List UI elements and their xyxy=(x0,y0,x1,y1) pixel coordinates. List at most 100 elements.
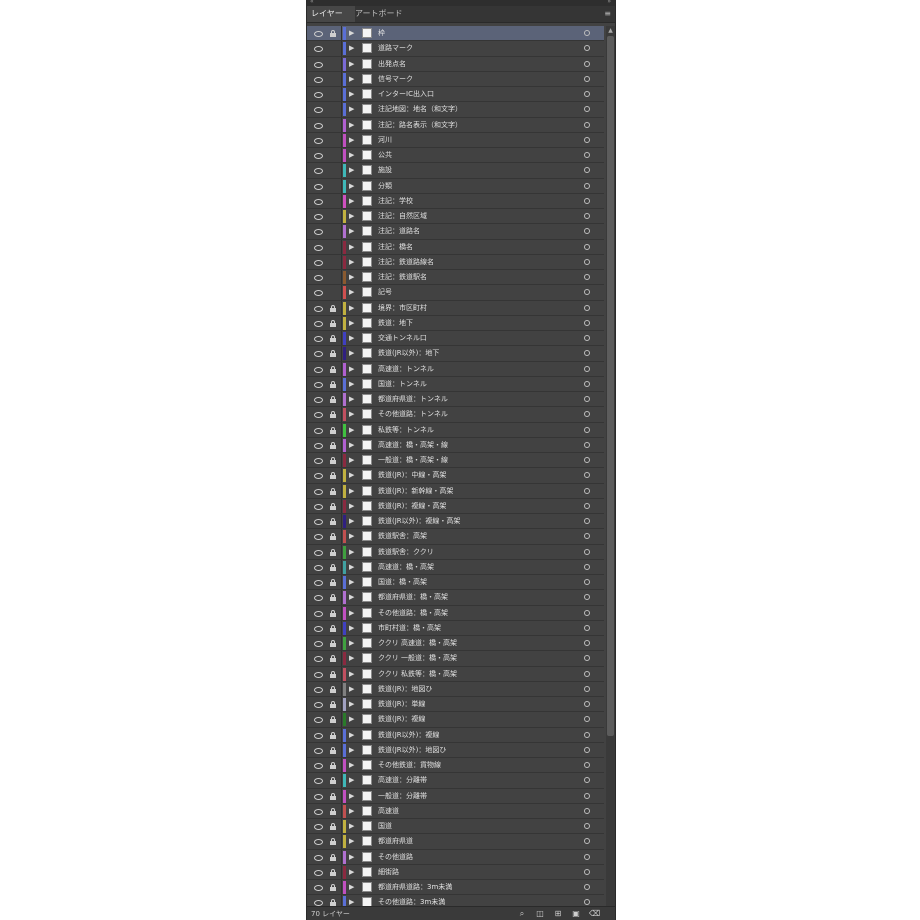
layer-row[interactable]: ▶ 都道府県道：トンネル xyxy=(307,392,604,408)
layer-row[interactable]: ▶ 鉄道(JR)：新幹線・高架 xyxy=(307,483,604,499)
visibility-eye-icon[interactable] xyxy=(313,746,323,755)
layer-name[interactable]: その他道路：トンネル xyxy=(378,407,578,422)
lock-icon[interactable] xyxy=(329,868,337,877)
layer-name[interactable]: 高速道：橋・高架・線 xyxy=(378,438,578,453)
expand-arrow-icon[interactable]: ▶ xyxy=(349,791,354,802)
expand-arrow-icon[interactable]: ▶ xyxy=(349,120,354,131)
visibility-eye-icon[interactable] xyxy=(313,60,323,69)
expand-arrow-icon[interactable]: ▶ xyxy=(349,135,354,146)
expand-arrow-icon[interactable]: ▶ xyxy=(349,806,354,817)
layer-row[interactable]: ▶ 分類 xyxy=(307,178,604,194)
layer-name[interactable]: 河川 xyxy=(378,133,578,148)
target-circle-icon[interactable] xyxy=(584,396,590,402)
create-new-layer-icon[interactable]: ▣ xyxy=(571,909,581,919)
lock-icon[interactable] xyxy=(329,334,337,343)
layer-name[interactable]: 注記地図：地名（和文字） xyxy=(378,102,578,117)
expand-arrow-icon[interactable]: ▶ xyxy=(349,181,354,192)
target-circle-icon[interactable] xyxy=(584,167,590,174)
expand-arrow-icon[interactable]: ▶ xyxy=(349,242,354,253)
layer-row[interactable]: ▶ ククリ 私鉄等：橋・高架 xyxy=(307,666,604,682)
target-circle-icon[interactable] xyxy=(584,441,590,448)
target-circle-icon[interactable] xyxy=(584,60,590,67)
expand-arrow-icon[interactable]: ▶ xyxy=(349,608,354,619)
lock-icon[interactable] xyxy=(329,471,337,480)
expand-arrow-icon[interactable]: ▶ xyxy=(349,669,354,680)
expand-arrow-icon[interactable]: ▶ xyxy=(349,760,354,771)
layer-name[interactable]: 注記：路名表示（和文字） xyxy=(378,118,578,133)
lock-icon[interactable] xyxy=(329,548,337,557)
target-circle-icon[interactable] xyxy=(584,640,590,646)
layer-name[interactable]: 鉄道(JR)：単線 xyxy=(378,697,578,712)
layer-name[interactable]: 注記：学校 xyxy=(378,194,578,209)
layer-name[interactable]: 高速道：橋・高架 xyxy=(378,560,578,575)
layer-row[interactable]: ▶ 注記：橋名 xyxy=(307,239,604,255)
expand-arrow-icon[interactable]: ▶ xyxy=(349,333,354,344)
visibility-eye-icon[interactable] xyxy=(313,273,323,282)
layer-row[interactable]: ▶ 鉄道駅舎：高架 xyxy=(307,529,604,545)
target-circle-icon[interactable] xyxy=(584,868,590,875)
layer-name[interactable]: 高速道：トンネル xyxy=(378,362,578,377)
layer-name[interactable]: 一般道：橋・高架・線 xyxy=(378,453,578,468)
visibility-eye-icon[interactable] xyxy=(313,166,323,175)
expand-arrow-icon[interactable]: ▶ xyxy=(349,226,354,237)
visibility-eye-icon[interactable] xyxy=(313,715,323,724)
visibility-eye-icon[interactable] xyxy=(313,517,323,526)
target-circle-icon[interactable] xyxy=(584,823,590,829)
visibility-eye-icon[interactable] xyxy=(313,121,323,130)
lock-icon[interactable] xyxy=(329,654,337,663)
target-circle-icon[interactable] xyxy=(584,594,590,601)
target-circle-icon[interactable] xyxy=(584,365,590,372)
target-circle-icon[interactable] xyxy=(584,899,590,906)
lock-icon[interactable] xyxy=(329,456,337,465)
layer-name[interactable]: 鉄道(JR以外)：地下 xyxy=(378,346,578,361)
layer-row[interactable]: ▶ 高速道：分離帯 xyxy=(307,773,604,789)
target-circle-icon[interactable] xyxy=(584,304,590,311)
layer-row[interactable]: ▶ 公共 xyxy=(307,148,604,164)
scroll-up-icon[interactable]: ▲ xyxy=(606,26,615,35)
expand-arrow-icon[interactable]: ▶ xyxy=(349,836,354,847)
lock-icon[interactable] xyxy=(329,502,337,511)
layer-name[interactable]: ククリ 高速道：橋・高架 xyxy=(378,636,578,651)
target-circle-icon[interactable] xyxy=(584,136,590,143)
expand-arrow-icon[interactable]: ▶ xyxy=(349,272,354,283)
layer-row[interactable]: ▶ 鉄道(JR)：地図ひ xyxy=(307,681,604,697)
lock-icon[interactable] xyxy=(329,670,337,679)
layer-name[interactable]: 交通トンネル口 xyxy=(378,331,578,346)
layer-name[interactable]: 境界：市区町村 xyxy=(378,301,578,316)
tab-layers[interactable]: レイヤー xyxy=(307,6,355,22)
target-circle-icon[interactable] xyxy=(584,182,590,189)
layer-name[interactable]: 道路マーク xyxy=(378,41,578,56)
expand-arrow-icon[interactable]: ▶ xyxy=(349,699,354,710)
layer-row[interactable]: ▶ インターIC出入口 xyxy=(307,87,604,103)
target-circle-icon[interactable] xyxy=(584,380,590,387)
lock-icon[interactable] xyxy=(329,761,337,770)
visibility-eye-icon[interactable] xyxy=(313,288,323,297)
layer-row[interactable]: ▶ 鉄道(JR以外)：地下 xyxy=(307,346,604,362)
target-circle-icon[interactable] xyxy=(584,289,590,296)
lock-icon[interactable] xyxy=(329,898,337,906)
lock-icon[interactable] xyxy=(329,395,337,404)
expand-arrow-icon[interactable]: ▶ xyxy=(349,303,354,314)
layer-row[interactable]: ▶ 私鉄等：トンネル xyxy=(307,422,604,438)
visibility-eye-icon[interactable] xyxy=(313,807,323,816)
visibility-eye-icon[interactable] xyxy=(313,410,323,419)
expand-arrow-icon[interactable]: ▶ xyxy=(349,623,354,634)
target-circle-icon[interactable] xyxy=(584,685,590,692)
layer-row[interactable]: ▶ 市町村道：橋・高架 xyxy=(307,620,604,636)
expand-arrow-icon[interactable]: ▶ xyxy=(349,455,354,466)
layer-name[interactable]: 公共 xyxy=(378,148,578,163)
visibility-eye-icon[interactable] xyxy=(313,853,323,862)
visibility-eye-icon[interactable] xyxy=(313,151,323,160)
layer-row[interactable]: ▶ 枠 xyxy=(307,26,604,42)
layer-row[interactable]: ▶ 出発点名 xyxy=(307,56,604,72)
layer-row[interactable]: ▶ 鉄道(JR)：中線・高架 xyxy=(307,468,604,484)
target-circle-icon[interactable] xyxy=(584,853,590,860)
expand-arrow-icon[interactable]: ▶ xyxy=(349,684,354,695)
layer-name[interactable]: 鉄道：地下 xyxy=(378,316,578,331)
layer-name[interactable]: 鉄道(JR)：複線 xyxy=(378,712,578,727)
lock-icon[interactable] xyxy=(329,853,337,862)
visibility-eye-icon[interactable] xyxy=(313,532,323,541)
visibility-eye-icon[interactable] xyxy=(313,136,323,145)
expand-arrow-icon[interactable]: ▶ xyxy=(349,592,354,603)
lock-icon[interactable] xyxy=(329,578,337,587)
